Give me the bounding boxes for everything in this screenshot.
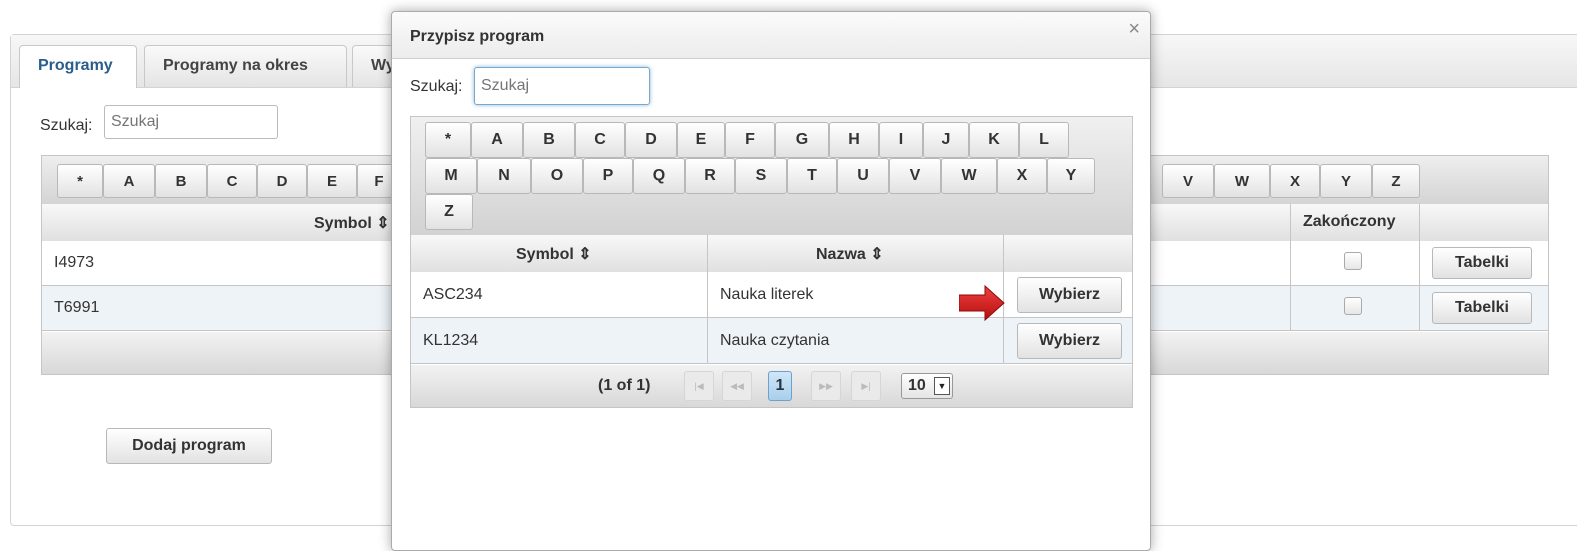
- tabelki-button[interactable]: Tabelki: [1432, 247, 1532, 279]
- prev-page-icon[interactable]: ◀◀: [722, 371, 752, 401]
- select-program-button[interactable]: Wybierz: [1017, 277, 1122, 313]
- letter-filter-y[interactable]: Y: [1047, 158, 1095, 194]
- column-header-symbol[interactable]: Symbol ⇕: [314, 213, 390, 233]
- letter-filter-g[interactable]: G: [775, 122, 829, 158]
- select-program-button[interactable]: Wybierz: [1017, 323, 1122, 359]
- last-page-icon[interactable]: ▶|: [851, 371, 881, 401]
- letter-filter-h[interactable]: H: [829, 122, 879, 158]
- column-divider: [1003, 235, 1004, 272]
- column-header-symbol[interactable]: Symbol ⇕: [516, 244, 592, 264]
- chevron-down-icon[interactable]: ▼: [934, 377, 950, 395]
- dialog-search-input[interactable]: [474, 67, 650, 105]
- column-divider: [1003, 318, 1004, 363]
- red-arrow-icon: [959, 285, 1005, 321]
- letter-filter-y[interactable]: Y: [1320, 164, 1372, 198]
- letter-filter-z[interactable]: Z: [1372, 164, 1420, 198]
- add-program-button[interactable]: Dodaj program: [106, 428, 272, 464]
- letter-filter-all[interactable]: *: [425, 122, 471, 158]
- column-divider: [1419, 286, 1420, 330]
- current-page-button[interactable]: 1: [768, 371, 792, 401]
- letter-filter-b[interactable]: B: [523, 122, 575, 158]
- letter-filter-j[interactable]: J: [923, 122, 969, 158]
- dialog-table-header: Symbol ⇕ Nazwa ⇕: [411, 235, 1132, 273]
- letter-filter-n[interactable]: N: [477, 158, 531, 194]
- letter-filter-f[interactable]: F: [725, 122, 775, 158]
- tab-programy-na-okres[interactable]: Programy na okres: [144, 45, 347, 87]
- cell-symbol: I4973: [54, 254, 95, 271]
- dialog-alphabet-filter-bar: * A B C D E F G H I J K L M N O P Q R S …: [411, 117, 1132, 236]
- letter-filter-x[interactable]: X: [997, 158, 1047, 194]
- page-size-select[interactable]: 10 ▼: [901, 373, 953, 399]
- column-divider: [1290, 241, 1291, 285]
- table-row: KL1234 Nauka czytania Wybierz: [411, 318, 1132, 364]
- letter-filter-q[interactable]: Q: [633, 158, 685, 194]
- cell-name: Nauka literek: [720, 286, 814, 303]
- tabelki-button[interactable]: Tabelki: [1432, 292, 1532, 324]
- page-size-value: 10: [908, 377, 926, 394]
- cell-name: Nauka czytania: [720, 332, 830, 349]
- close-icon[interactable]: ×: [1128, 18, 1140, 41]
- dialog-search-label: Szukaj:: [410, 78, 463, 95]
- cell-symbol: KL1234: [423, 332, 479, 349]
- column-divider: [707, 235, 708, 272]
- dialog-title: Przypisz program: [410, 28, 545, 45]
- letter-filter-w[interactable]: W: [941, 158, 997, 194]
- letter-filter-t[interactable]: T: [787, 158, 837, 194]
- program-picker-table: * A B C D E F G H I J K L M N O P Q R S …: [410, 116, 1133, 408]
- letter-filter-b[interactable]: B: [155, 164, 207, 198]
- letter-filter-w[interactable]: W: [1214, 164, 1270, 198]
- letter-filter-a[interactable]: A: [103, 164, 155, 198]
- page-info: (1 of 1): [598, 377, 651, 394]
- letter-filter-o[interactable]: O: [531, 158, 583, 194]
- column-divider: [707, 272, 708, 317]
- search-label: Szukaj:: [40, 117, 93, 134]
- letter-filter-v[interactable]: V: [1162, 164, 1214, 198]
- letter-filter-i[interactable]: I: [879, 122, 923, 158]
- letter-filter-r[interactable]: R: [685, 158, 735, 194]
- letter-filter-v[interactable]: V: [889, 158, 941, 194]
- column-divider: [1290, 286, 1291, 330]
- finished-checkbox[interactable]: [1344, 252, 1362, 270]
- letter-filter-x[interactable]: X: [1270, 164, 1320, 198]
- letter-filter-z[interactable]: Z: [425, 194, 473, 230]
- letter-filter-k[interactable]: K: [969, 122, 1019, 158]
- letter-filter-p[interactable]: P: [583, 158, 633, 194]
- letter-filter-c[interactable]: C: [207, 164, 257, 198]
- letter-filter-all[interactable]: *: [57, 164, 103, 198]
- letter-filter-s[interactable]: S: [735, 158, 787, 194]
- table-row: ASC234 Nauka literek Wybierz: [411, 272, 1132, 318]
- letter-filter-d[interactable]: D: [257, 164, 307, 198]
- letter-filter-a[interactable]: A: [471, 122, 523, 158]
- search-input[interactable]: [104, 105, 278, 139]
- paginator: (1 of 1) |◀ ◀◀ 1 ▶▶ ▶| 10 ▼: [411, 365, 1132, 407]
- column-header-name[interactable]: Nazwa ⇕: [816, 244, 884, 264]
- first-page-icon[interactable]: |◀: [684, 371, 714, 401]
- letter-filter-l[interactable]: L: [1019, 122, 1069, 158]
- next-page-icon[interactable]: ▶▶: [811, 371, 841, 401]
- column-divider: [1419, 204, 1420, 241]
- column-divider: [707, 318, 708, 363]
- letter-filter-c[interactable]: C: [575, 122, 625, 158]
- letter-filter-e[interactable]: E: [307, 164, 357, 198]
- column-divider: [1290, 204, 1291, 241]
- assign-program-dialog: Przypisz program × Szukaj: * A B C D E F…: [391, 11, 1151, 551]
- letter-filter-d[interactable]: D: [625, 122, 677, 158]
- column-header-finished[interactable]: Zakończony: [1303, 213, 1395, 231]
- tab-programy[interactable]: Programy: [19, 45, 137, 88]
- letter-filter-m[interactable]: M: [425, 158, 477, 194]
- cell-symbol: T6991: [54, 299, 100, 316]
- column-divider: [1419, 241, 1420, 285]
- letter-filter-u[interactable]: U: [837, 158, 889, 194]
- letter-filter-e[interactable]: E: [677, 122, 725, 158]
- dialog-header: Przypisz program ×: [392, 12, 1150, 59]
- cell-symbol: ASC234: [423, 286, 483, 303]
- finished-checkbox[interactable]: [1344, 297, 1362, 315]
